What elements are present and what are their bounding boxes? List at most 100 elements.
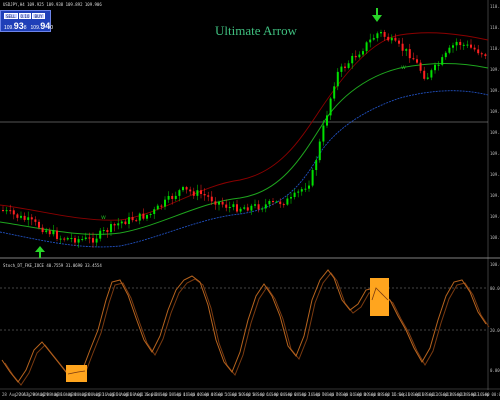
candle-body — [268, 201, 271, 205]
candle-body — [246, 207, 249, 211]
candle-body — [362, 51, 364, 55]
candle-body — [192, 191, 195, 196]
candle-body — [225, 204, 228, 208]
candle-body — [376, 33, 379, 39]
candle-body — [41, 227, 44, 233]
candle-body — [318, 141, 321, 161]
candle-body — [12, 210, 15, 215]
candle-body — [340, 66, 343, 72]
candle-body — [117, 223, 120, 226]
chart-header: USDJPY,H4 109.925 109.938 109.892 109.90… — [3, 2, 102, 7]
candle-body — [189, 189, 192, 192]
candle-body — [462, 44, 465, 46]
candle-body — [92, 238, 94, 243]
candle-body — [5, 210, 8, 212]
price-tick: 110.350 — [490, 4, 500, 9]
candle-body — [171, 195, 174, 199]
candle-body — [329, 98, 332, 116]
candle-body — [70, 237, 73, 239]
candle-body — [365, 42, 368, 52]
candle-body — [452, 45, 454, 48]
candle-body — [272, 201, 274, 203]
candle-body — [74, 237, 76, 243]
candle-body — [156, 205, 159, 210]
candle-body — [203, 193, 206, 196]
candle-body — [394, 37, 397, 41]
price-tick: 108.920 — [490, 235, 500, 240]
indicator-header: Stoch_DT_FKE_IOCE 40.7559 31.0690 33.455… — [3, 263, 102, 268]
candle-body — [315, 160, 318, 171]
indicator-tick: 0.000 — [490, 368, 500, 373]
candle-body — [344, 66, 346, 68]
price-tick: 109.960 — [490, 67, 500, 72]
candle-body — [174, 195, 177, 199]
price-tick: 109.440 — [490, 151, 500, 156]
candle-body — [34, 219, 37, 222]
candle-body — [484, 54, 487, 56]
candle-body — [2, 210, 4, 211]
candle-body — [434, 64, 436, 71]
candle-body — [416, 59, 418, 63]
candle-body — [297, 191, 300, 193]
price-tick: 109.830 — [490, 88, 500, 93]
candle-body — [84, 237, 87, 240]
candle-body — [48, 230, 51, 235]
candle-body — [390, 37, 393, 41]
candle-body — [243, 207, 246, 209]
candle-body — [120, 221, 123, 224]
candle-body — [196, 190, 199, 196]
candle-body — [27, 217, 30, 220]
candle-body — [300, 189, 303, 192]
candle-body — [210, 196, 213, 202]
candle-body — [88, 237, 91, 239]
price-tick: 109.180 — [490, 193, 500, 198]
candle-body — [30, 217, 33, 220]
candle-body — [23, 215, 26, 220]
candle-body — [387, 36, 390, 41]
candle-body — [106, 230, 109, 233]
buy-price-small: 0 — [50, 25, 54, 31]
candle-body — [153, 209, 156, 215]
candle-body — [455, 41, 458, 46]
candle-body — [398, 40, 400, 44]
candle-body — [369, 39, 372, 43]
candle-body — [293, 192, 296, 198]
candle-body — [290, 197, 292, 199]
candle-body — [282, 204, 285, 206]
candle-body — [9, 210, 12, 212]
sell-button[interactable]: SELL — [4, 13, 18, 19]
candle-body — [135, 220, 138, 222]
candle-body — [124, 221, 127, 224]
candle-body — [358, 54, 361, 58]
candle-body — [326, 115, 328, 126]
candle-body — [419, 62, 422, 71]
candle-body — [164, 199, 166, 207]
candle-body — [110, 224, 112, 233]
candle-body — [254, 204, 256, 206]
candle-body — [207, 195, 210, 197]
candle-body — [336, 71, 339, 87]
chart-title: Ultimate Arrow — [215, 23, 297, 38]
candle-body — [426, 77, 429, 79]
indicator-tick: 80.000 — [490, 286, 500, 291]
candle-body — [66, 238, 69, 240]
candle-body — [63, 238, 66, 240]
sell-price[interactable]: 109.938 — [4, 22, 27, 33]
buy-button[interactable]: BUY — [32, 13, 45, 19]
indicator-tick: 20.000 — [490, 328, 500, 333]
lots-input[interactable]: 0.10 — [18, 13, 32, 19]
candle-body — [380, 32, 382, 34]
candle-body — [279, 201, 282, 205]
price-tick: 109.310 — [490, 172, 500, 177]
candle-body — [477, 49, 480, 54]
candle-body — [167, 195, 170, 200]
candle-body — [250, 205, 253, 211]
price-chart[interactable]: w w 110.350 110.220 110.090 109.960 109.830 1… — [0, 0, 500, 400]
candle-body — [99, 230, 102, 239]
buy-price[interactable]: 109.940 — [31, 22, 54, 33]
buy-price-big: 94 — [40, 21, 51, 31]
candle-body — [95, 238, 98, 243]
candle-body — [232, 204, 235, 207]
candle-body — [178, 190, 181, 196]
chart-background — [0, 0, 500, 400]
